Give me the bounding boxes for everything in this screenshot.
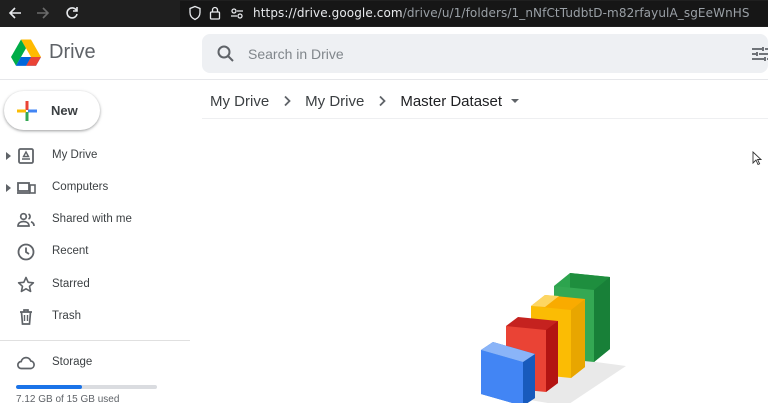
folder-menu-dropdown-icon[interactable] [509, 94, 523, 108]
cloud-icon [17, 356, 35, 370]
breadcrumb-divider [202, 118, 768, 119]
site-permissions-icon[interactable] [229, 5, 245, 21]
lock-icon[interactable] [207, 5, 223, 21]
back-arrow-icon [8, 7, 21, 19]
url-text[interactable]: https://drive.google.com/drive/u/1/folde… [253, 6, 750, 20]
sidebar-item-computers[interactable]: Computers [0, 172, 190, 204]
sidebar-item-starred[interactable]: Starred [0, 269, 190, 301]
new-button[interactable]: New [4, 91, 100, 130]
sidebar-item-label: Trash [52, 310, 81, 322]
sidebar-item-label: Shared with me [52, 213, 132, 225]
storage-usage-text[interactable]: 7.12 GB of 15 GB used [16, 394, 119, 403]
my-drive-icon [18, 148, 34, 164]
chevron-right-icon [374, 93, 390, 109]
shield-icon[interactable] [187, 5, 203, 21]
sidebar-item-label: Starred [52, 278, 90, 290]
sidebar-item-recent[interactable]: Recent [0, 236, 190, 268]
sidebar-item-my-drive[interactable]: My Drive [0, 140, 190, 172]
url-path: /drive/u/1/folders/1_nNfCtTudbtD-m82rfay… [402, 6, 750, 20]
reload-icon [66, 7, 78, 19]
search-options-icon[interactable] [750, 44, 768, 64]
breadcrumb-item[interactable]: My Drive [203, 93, 276, 110]
reload-button[interactable] [62, 3, 82, 23]
address-bar[interactable]: https://drive.google.com/drive/u/1/folde… [180, 1, 768, 26]
storage-usage-fill [16, 385, 83, 389]
url-host: https://drive.google.com [253, 6, 403, 20]
mouse-cursor-icon [752, 151, 762, 165]
sidebar-item-label: My Drive [52, 149, 98, 161]
app-name[interactable]: Drive [49, 41, 96, 64]
breadcrumb: My Drive My Drive Master Dataset [203, 89, 523, 113]
plus-icon [17, 101, 37, 121]
breadcrumb-item[interactable]: My Drive [298, 93, 371, 110]
sidebar-item-label: Recent [52, 245, 89, 257]
storage-usage-bar [16, 385, 157, 389]
breadcrumb-current-folder[interactable]: Master Dataset [393, 93, 509, 110]
sidebar-item-trash[interactable]: Trash [0, 301, 190, 333]
shared-icon [17, 212, 35, 227]
star-icon [17, 276, 35, 293]
clock-icon [17, 243, 35, 261]
empty-folder-illustration [481, 273, 626, 403]
forward-button[interactable] [33, 3, 53, 23]
trash-icon [20, 309, 32, 325]
search-icon[interactable] [216, 44, 236, 64]
computers-icon [17, 182, 36, 194]
expand-arrow-icon[interactable] [4, 151, 12, 161]
header-divider [0, 79, 768, 80]
chevron-right-icon [279, 93, 295, 109]
sidebar-item-shared-with-me[interactable]: Shared with me [0, 204, 190, 236]
search-bar[interactable] [202, 34, 768, 73]
search-input[interactable] [248, 45, 668, 63]
forward-arrow-icon [37, 7, 50, 19]
sidebar-divider [0, 340, 190, 341]
back-button[interactable] [5, 3, 25, 23]
new-button-label: New [51, 103, 78, 118]
drive-header: Drive [0, 27, 768, 80]
drive-logo-icon[interactable] [11, 39, 41, 67]
sidebar-item-storage[interactable]: Storage [0, 347, 190, 379]
storage-label: Storage [52, 356, 93, 368]
browser-toolbar: https://drive.google.com/drive/u/1/folde… [0, 0, 768, 27]
expand-arrow-icon[interactable] [4, 183, 12, 193]
sidebar-item-label: Computers [52, 181, 109, 193]
